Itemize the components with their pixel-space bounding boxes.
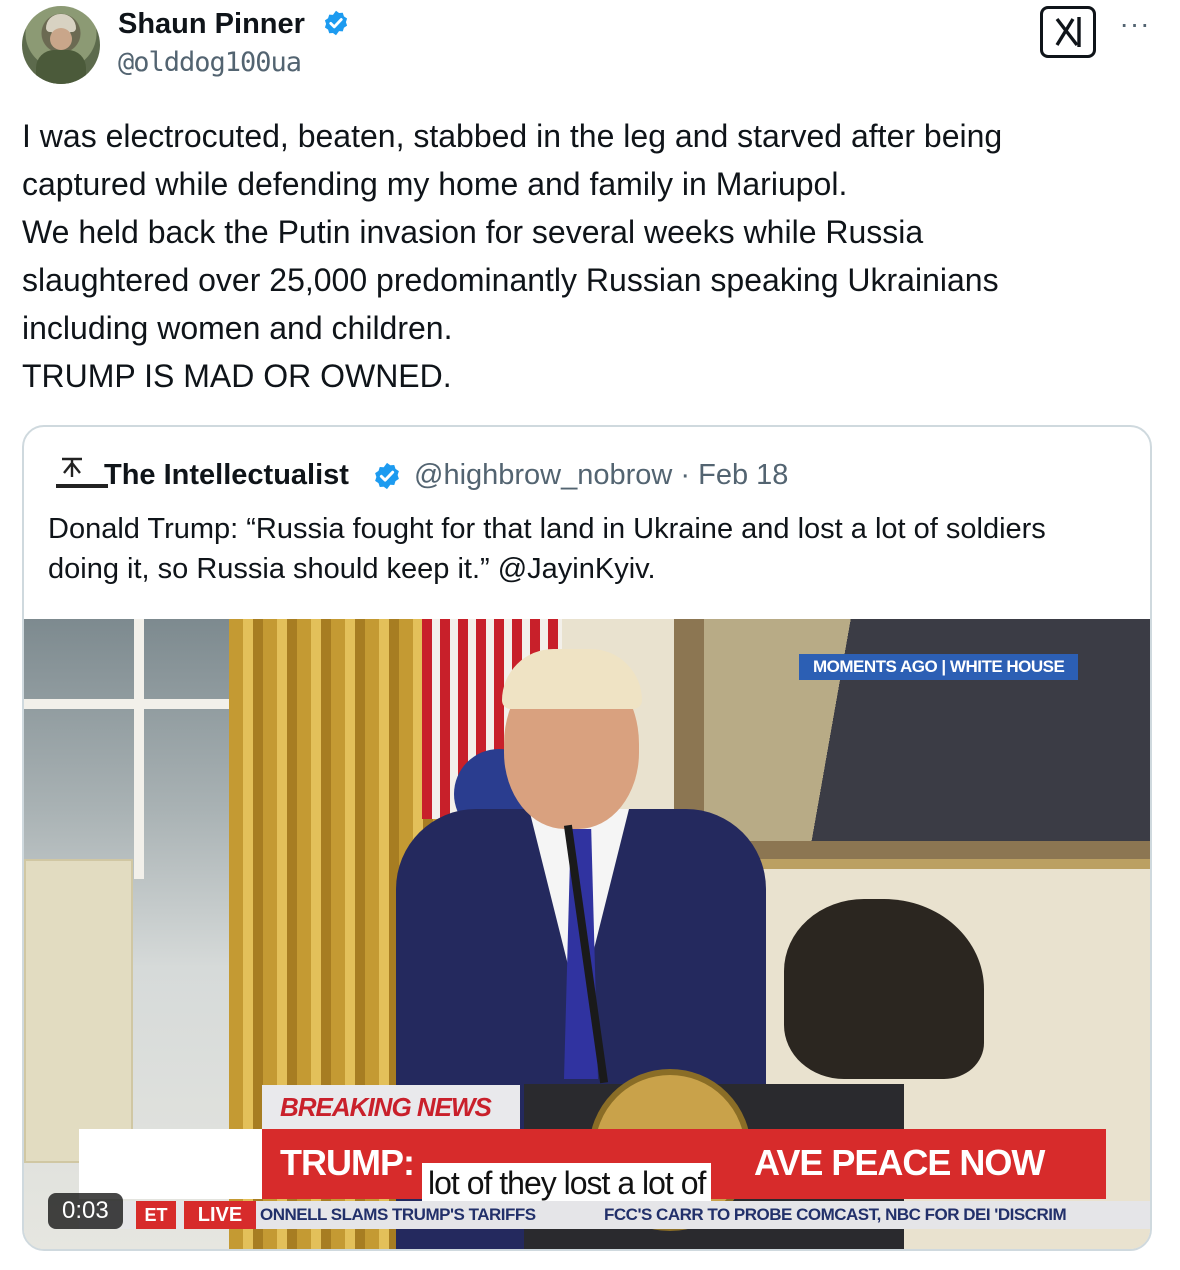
headline-right: AVE PEACE NOW [754,1142,1045,1183]
map-backdrop [24,859,133,1163]
more-options-button[interactable]: ··· [1118,10,1152,44]
author-name[interactable]: Shaun Pinner [118,6,305,42]
headline-left: TRUMP: [280,1142,415,1183]
tweet-text: I was electrocuted, beaten, stabbed in t… [22,118,1003,394]
video-player[interactable]: MOMENTS AGO | WHITE HOUSE BREAKING NEWS … [24,619,1150,1249]
quote-verified-badge-icon [375,462,399,490]
quote-text: Donald Trump: “Russia fought for that la… [48,513,1046,585]
news-logo-box [79,1129,262,1199]
quoted-tweet-card[interactable]: The Intellectualist @highbrow_nobrow · F… [22,425,1152,1251]
author-handle[interactable]: @olddog100ua [118,46,302,80]
quote-author-avatar[interactable] [52,455,112,493]
grok-icon [1055,17,1081,47]
bronze-statue [784,899,984,1079]
ticker-item-2: FCC'S CARR TO PROBE COMCAST, NBC FOR DEI… [604,1205,1067,1224]
ticker-et: ET [136,1201,176,1229]
video-timestamp: 0:03 [48,1193,123,1229]
ticker-live: LIVE [184,1201,256,1229]
breaking-news-label: BREAKING NEWS [262,1085,520,1129]
moments-ago-badge: MOMENTS AGO | WHITE HOUSE [799,654,1079,680]
speaker-hair [502,649,642,709]
video-subtitle: lot of they lost a lot of [422,1163,712,1203]
author-avatar[interactable] [22,6,100,84]
ticker-item-1: ONNELL SLAMS TRUMP'S TARIFFS [260,1205,536,1224]
quote-author-name[interactable]: The Intellectualist [104,457,349,493]
verified-badge-icon [324,10,348,36]
grok-button[interactable] [1040,6,1096,58]
quote-author-handle-date[interactable]: @highbrow_nobrow · Feb 18 [414,457,788,493]
